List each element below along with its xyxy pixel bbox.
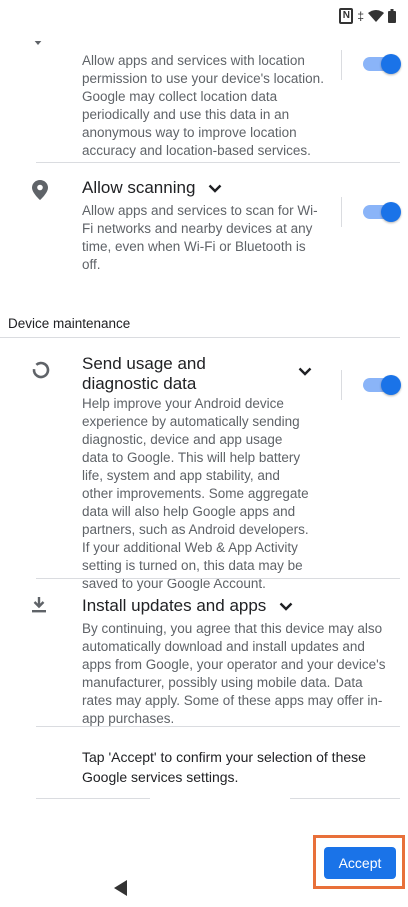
usage-diagnostics-toggle[interactable]	[363, 375, 401, 395]
chevron-down-icon[interactable]	[279, 597, 293, 617]
back-nav-icon[interactable]	[114, 880, 128, 901]
confirm-text: Tap 'Accept' to confirm your selection o…	[82, 749, 366, 785]
status-bar: N ‡	[0, 0, 408, 36]
download-icon	[32, 597, 46, 618]
scanning-title-row[interactable]: Allow scanning	[82, 178, 222, 199]
scanning-description: Allow apps and services to scan for Wi-F…	[82, 203, 318, 272]
accept-button[interactable]: Accept	[324, 847, 396, 879]
usage-diagnostics-description: Help improve your Android device experie…	[82, 396, 309, 591]
location-accuracy-description: Allow apps and services with location pe…	[82, 53, 324, 158]
location-pin-icon	[32, 180, 48, 205]
section-header-device-maintenance: Device maintenance	[8, 316, 131, 331]
wifi-icon	[368, 9, 384, 23]
chevron-down-icon[interactable]	[298, 364, 312, 382]
install-updates-title: Install updates and apps	[82, 596, 267, 615]
vibrate-icon: ‡	[357, 9, 364, 23]
chevron-down-icon[interactable]	[208, 179, 222, 199]
scanning-toggle[interactable]	[363, 202, 401, 222]
google-services-screen: N ‡ Allow apps and services with locatio…	[0, 0, 408, 907]
location-accuracy-icon	[32, 38, 46, 56]
location-accuracy-toggle[interactable]	[363, 54, 401, 74]
install-updates-description: By continuing, you agree that this devic…	[82, 621, 386, 726]
nfc-icon: N	[339, 8, 354, 24]
accept-button-highlight: Accept	[313, 835, 405, 889]
scanning-title: Allow scanning	[82, 178, 196, 197]
usage-diagnostics-title: Send usage and diagnostic data	[82, 354, 206, 393]
battery-icon	[388, 9, 396, 23]
install-updates-title-row[interactable]: Install updates and apps	[82, 596, 293, 617]
diagnostics-icon	[32, 361, 50, 384]
